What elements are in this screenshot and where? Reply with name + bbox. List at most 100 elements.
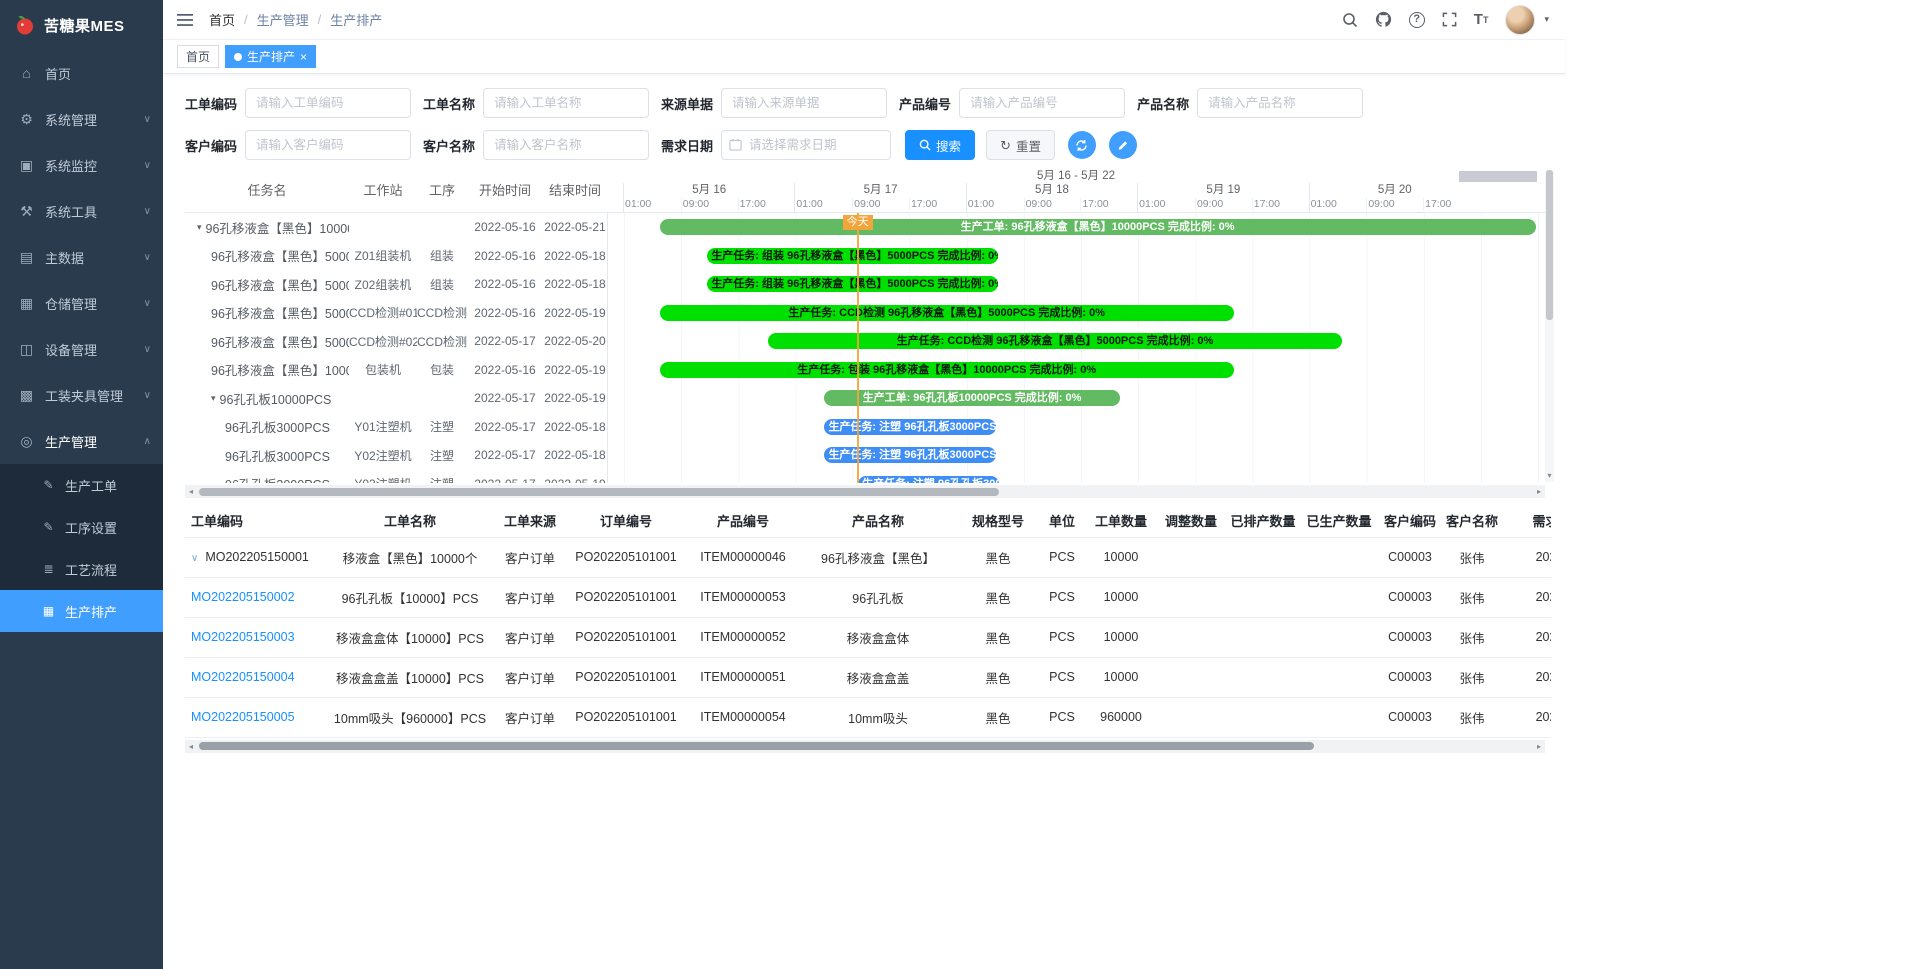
sidebar-item-masterdata[interactable]: ▤主数据∨ xyxy=(0,234,163,280)
tab-production-schedule[interactable]: 生产排产 × xyxy=(225,45,316,68)
sidebar-item-label: 仓储管理 xyxy=(45,294,97,313)
fullscreen-icon[interactable] xyxy=(1442,12,1457,27)
font-size-icon[interactable]: TT xyxy=(1474,11,1489,28)
edit-circle-button[interactable] xyxy=(1109,131,1137,159)
hamburger-icon[interactable] xyxy=(177,13,193,27)
sidebar-item-schedule[interactable]: ▦生产排产 xyxy=(0,590,163,632)
gantt-cell: 2022-05-16 xyxy=(467,220,543,234)
sidebar-item-label: 系统监控 xyxy=(45,156,97,175)
customer-name-input[interactable] xyxy=(483,130,649,160)
gantt-hour-label: 17:00 xyxy=(738,197,795,211)
sidebar-item-warehouse[interactable]: ▦仓储管理∨ xyxy=(0,280,163,326)
sidebar-item-label: 首页 xyxy=(45,64,71,83)
sidebar-item-workorder[interactable]: ✎生产工单 xyxy=(0,464,163,506)
scroll-down-arrow-icon[interactable]: ▾ xyxy=(1545,470,1554,482)
gantt-scroll-indicator[interactable] xyxy=(1459,171,1537,182)
sidebar-item-label: 工装夹具管理 xyxy=(45,386,123,405)
orders-horizontal-scrollbar[interactable]: ◂ ▸ xyxy=(185,740,1545,753)
gantt-horizontal-scrollbar[interactable]: ◂ ▸ xyxy=(185,485,1545,498)
sidebar-item-equipment[interactable]: ◫设备管理∨ xyxy=(0,326,163,372)
close-icon[interactable]: × xyxy=(300,51,307,63)
gantt-day: 5月 1601:0009:0017:00 xyxy=(623,183,794,212)
breadcrumb-item[interactable]: 生产管理 xyxy=(257,10,309,29)
sidebar-item-home[interactable]: ⌂首页 xyxy=(0,50,163,96)
scroll-left-arrow-icon[interactable]: ◂ xyxy=(185,740,197,753)
scroll-left-arrow-icon[interactable]: ◂ xyxy=(185,485,197,498)
gantt-bar-task[interactable]: 生产任务: CCD检测 96孔移液盒【黑色】5000PCS 完成比例: 0% xyxy=(768,333,1341,349)
gantt-day-spacer xyxy=(607,183,623,212)
top-navbar: 首页/生产管理/生产排产 ? TT ▾ xyxy=(163,0,1565,40)
order-code-link[interactable]: MO202205150003 xyxy=(191,630,295,644)
gantt-task-name-cell: 96孔移液盒【黑色】5000PCS xyxy=(185,275,349,294)
search-button[interactable]: 搜索 xyxy=(905,130,975,160)
gantt-chart-row: 生产工单: 96孔移液盒【黑色】10000PCS 完成比例: 0% xyxy=(608,213,1545,242)
gantt-vertical-scrollbar[interactable]: ▾ xyxy=(1545,170,1554,482)
search-icon[interactable] xyxy=(1342,12,1358,28)
gantt-bar-workorder[interactable]: 生产工单: 96孔孔板10000PCS 完成比例: 0% xyxy=(824,390,1119,406)
tab-label: 首页 xyxy=(186,48,210,65)
reset-button[interactable]: ↻ 重置 xyxy=(986,130,1055,160)
expand-caret-icon[interactable]: ∨ xyxy=(191,553,198,564)
sidebar-item-fixture[interactable]: ▩工装夹具管理∨ xyxy=(0,372,163,418)
scrollbar-thumb[interactable] xyxy=(199,488,999,496)
sidebar-item-tools[interactable]: ⚒系统工具∨ xyxy=(0,188,163,234)
scroll-right-arrow-icon[interactable]: ▸ xyxy=(1533,485,1545,498)
scroll-right-arrow-icon[interactable]: ▸ xyxy=(1533,740,1545,753)
order-cell: 黑色 xyxy=(957,577,1039,617)
caret-down-icon[interactable]: ▾ xyxy=(1544,14,1549,25)
question-icon[interactable]: ? xyxy=(1409,12,1425,28)
tab-home[interactable]: 首页 xyxy=(177,45,219,68)
breadcrumb-item[interactable]: 首页 xyxy=(209,10,235,29)
order-cell: C00003 xyxy=(1377,537,1443,577)
order-cell: C00003 xyxy=(1377,697,1443,737)
workorder-name-input[interactable] xyxy=(483,88,649,118)
demand-date-input[interactable] xyxy=(721,130,891,160)
gantt-task-name-cell: 96孔孔板3000PCS xyxy=(185,474,349,483)
order-cell: ITEM00000052 xyxy=(687,617,799,657)
customer-code-input[interactable] xyxy=(245,130,411,160)
sidebar-item-flow[interactable]: ≣工艺流程 xyxy=(0,548,163,590)
sidebar: 苦糖果MES ⌂首页⚙系统管理∨▣系统监控∨⚒系统工具∨▤主数据∨▦仓储管理∨◫… xyxy=(0,0,163,969)
product-code-input[interactable] xyxy=(959,88,1125,118)
workorder-code-input[interactable] xyxy=(245,88,411,118)
filter-field-label: 产品名称 xyxy=(1137,94,1189,113)
sidebar-item-monitor[interactable]: ▣系统监控∨ xyxy=(0,142,163,188)
scrollbar-thumb[interactable] xyxy=(1546,170,1553,320)
caret-down-icon[interactable]: ▾ xyxy=(211,393,216,404)
github-icon[interactable] xyxy=(1375,11,1392,28)
gantt-cell: 2022-05-21 xyxy=(543,220,607,234)
gantt-bar-task[interactable]: 生产任务: 注塑 96孔孔板3000PCS 完成比例: 0% xyxy=(824,447,995,463)
gantt-bar-task[interactable]: 生产任务: 注塑 96孔孔板3000PCS 完成比例: 0% xyxy=(858,476,999,484)
order-code-link[interactable]: MO202205150004 xyxy=(191,670,295,684)
gantt-bar-task[interactable]: 生产任务: 包装 96孔移液盒【黑色】10000PCS 完成比例: 0% xyxy=(660,362,1234,378)
scrollbar-thumb[interactable] xyxy=(199,742,1314,750)
order-cell xyxy=(1301,697,1377,737)
gear-icon: ⚙ xyxy=(18,111,35,128)
app-logo[interactable]: 苦糖果MES xyxy=(0,0,163,50)
sidebar-item-process[interactable]: ✎工序设置 xyxy=(0,506,163,548)
gantt-bar-workorder[interactable]: 生产工单: 96孔移液盒【黑色】10000PCS 完成比例: 0% xyxy=(660,219,1536,235)
calendar-icon xyxy=(729,138,742,151)
filter-field-label: 产品编号 xyxy=(899,94,951,113)
order-cell: 客户订单 xyxy=(495,577,565,617)
sync-circle-button[interactable] xyxy=(1068,131,1096,159)
gantt-bar-task[interactable]: 生产任务: 注塑 96孔孔板3000PCS 完成比例: 0% xyxy=(824,419,995,435)
gantt-task-name-cell: ▾96孔移液盒【黑色】10000PCS xyxy=(185,218,349,237)
sidebar-item-production[interactable]: ◎生产管理∧ xyxy=(0,418,163,464)
gantt-bar-task[interactable]: 生产任务: 组装 96孔移液盒【黑色】5000PCS 完成比例: 0% xyxy=(707,248,997,264)
order-cell: 96孔孔板【10000】PCS xyxy=(325,577,495,617)
gantt-cell: Y03注塑机 xyxy=(349,475,417,483)
gantt-bar-task[interactable]: 生产任务: 组装 96孔移液盒【黑色】5000PCS 完成比例: 0% xyxy=(707,276,997,292)
gantt-bar-label: 生产任务: 组装 96孔移液盒【黑色】5000PCS 完成比例: 0% xyxy=(707,248,997,264)
gantt-bar-task[interactable]: 生产任务: CCD检测 96孔移液盒【黑色】5000PCS 完成比例: 0% xyxy=(660,305,1234,321)
avatar[interactable] xyxy=(1505,5,1535,35)
order-code-link[interactable]: MO202205150002 xyxy=(191,590,295,604)
gantt-cell: CCD检测 xyxy=(417,304,467,321)
sidebar-item-system[interactable]: ⚙系统管理∨ xyxy=(0,96,163,142)
breadcrumb-item[interactable]: 生产排产 xyxy=(330,10,382,29)
source-doc-input[interactable] xyxy=(721,88,887,118)
caret-down-icon[interactable]: ▾ xyxy=(197,222,202,233)
product-name-input[interactable] xyxy=(1197,88,1363,118)
table-row: MO20220515000296孔孔板【10000】PCS客户订单PO20220… xyxy=(185,577,1551,617)
order-code-link[interactable]: MO202205150005 xyxy=(191,710,295,724)
